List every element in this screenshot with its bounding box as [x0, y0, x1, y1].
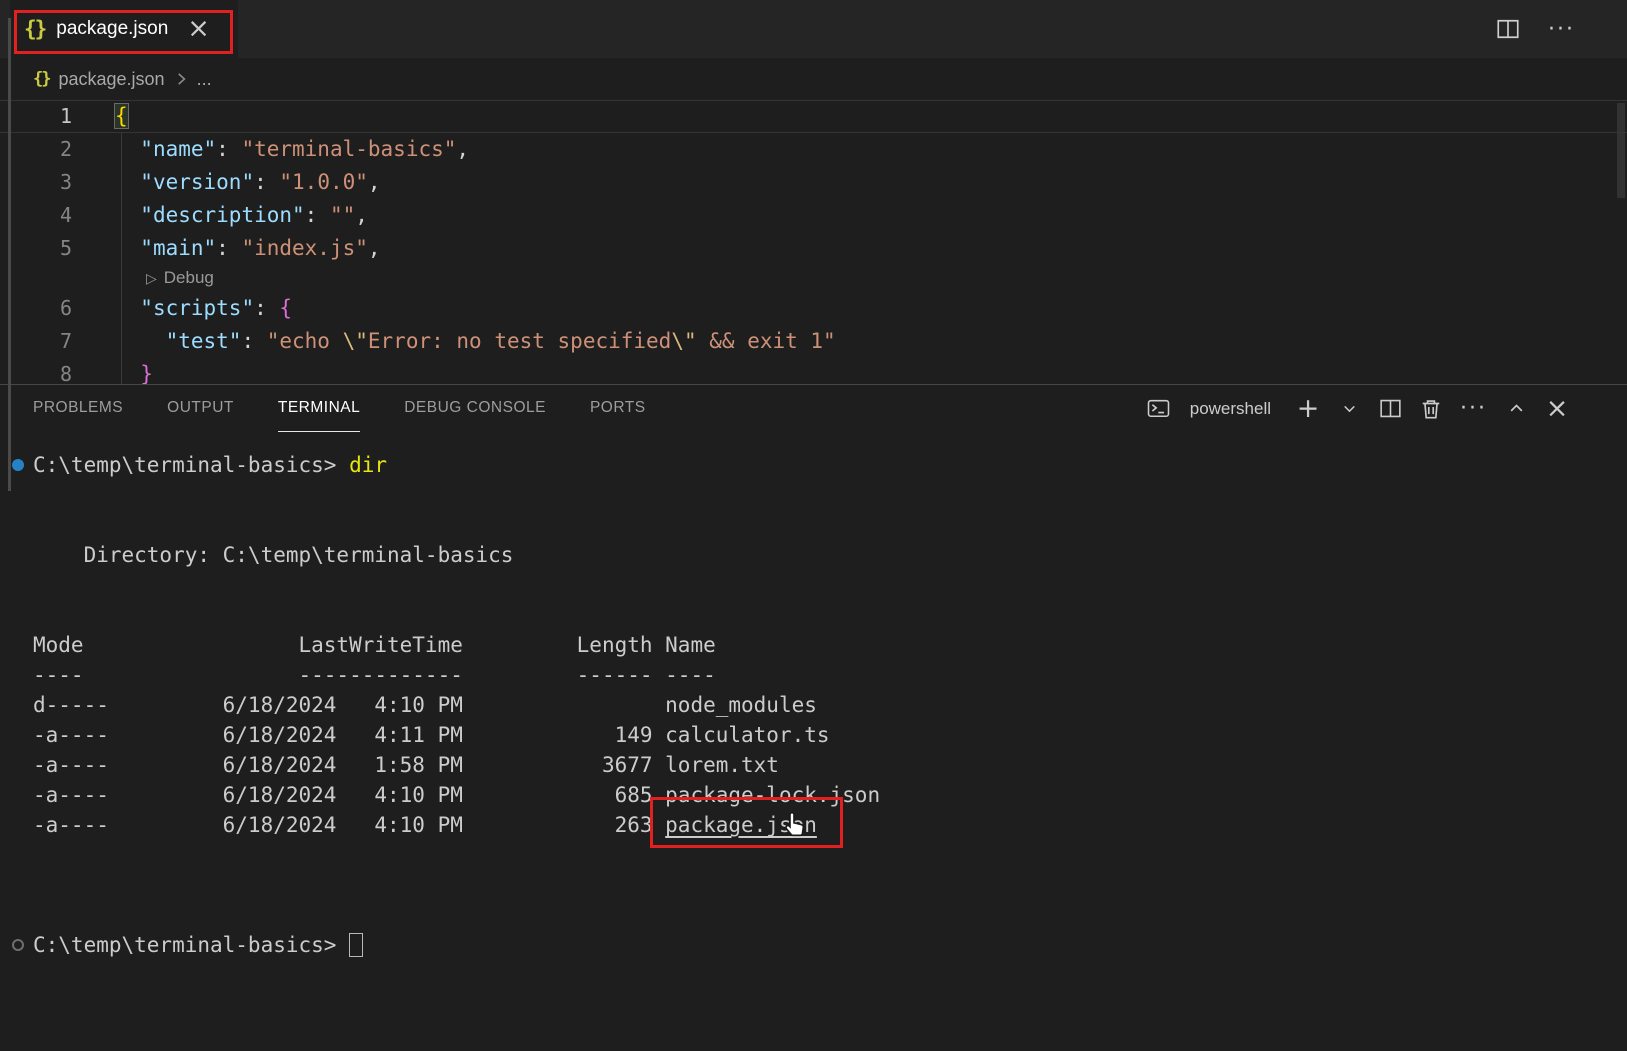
maximize-panel-chevron-up-icon[interactable] — [1504, 397, 1528, 421]
terminal-row: Directory: C:\temp\terminal-basics — [33, 540, 1627, 570]
editor-tab-bar: {} package.json × ··· — [0, 0, 1627, 58]
terminal-row: -a---- 6/18/2024 1:58 PM 3677 lorem.txt — [33, 750, 1627, 780]
panel-tab-problems[interactable]: PROBLEMS — [33, 385, 123, 432]
editor-line-2: 2 "name": "terminal-basics", — [0, 133, 1627, 166]
split-editor-button[interactable] — [1496, 17, 1520, 41]
panel-actions: powershell + ··· × — [1147, 385, 1569, 432]
terminal-row — [33, 900, 1627, 930]
terminal[interactable]: C:\temp\terminal-basics> dir Directory: … — [0, 432, 1627, 1051]
hand-pointer-cursor — [780, 808, 812, 845]
play-outline-icon: ▷ — [146, 271, 157, 287]
breadcrumb: {} package.json ... — [0, 58, 1627, 100]
command-decoration-dot[interactable] — [12, 459, 24, 471]
terminal-row: Mode LastWriteTime Length Name — [33, 630, 1627, 660]
terminal-left-bar — [8, 18, 11, 491]
panel-tab-output[interactable]: OUTPUT — [167, 385, 234, 432]
new-terminal-button[interactable]: + — [1296, 397, 1320, 421]
json-braces-icon: {} — [24, 17, 45, 41]
terminal-row: ---- ------------- ------ ---- — [33, 660, 1627, 690]
tab-title: package.json — [56, 18, 168, 40]
terminal-row — [33, 570, 1627, 600]
editor-line-8: 8 } — [0, 358, 1627, 384]
chevron-right-icon — [174, 71, 188, 87]
codelens-debug[interactable]: ▷Debug — [0, 265, 1627, 292]
editor-line-4: 4 "description": "", — [0, 199, 1627, 232]
terminal-profile-chevron-icon[interactable] — [1337, 397, 1361, 421]
powershell-terminal-icon — [1147, 397, 1171, 421]
panel-tab-ports[interactable]: PORTS — [590, 385, 646, 432]
close-panel-button[interactable]: × — [1545, 397, 1569, 421]
editor-line-6: 6 "scripts": { — [0, 292, 1627, 325]
prompt-decoration-circle[interactable] — [12, 939, 24, 951]
terminal-more-actions-button[interactable]: ··· — [1460, 396, 1487, 421]
terminal-row — [33, 840, 1627, 870]
terminal-row: C:\temp\terminal-basics> dir — [33, 450, 1627, 480]
editor-line-7: 7 "test": "echo \"Error: no test specifi… — [0, 325, 1627, 358]
vscode-window: {} package.json × ··· {} package.json ..… — [0, 0, 1627, 1051]
editor-line-3: 3 "version": "1.0.0", — [0, 166, 1627, 199]
editor-line-1: 1{ — [0, 100, 1627, 133]
json-braces-icon: {} — [33, 69, 49, 89]
breadcrumb-more[interactable]: ... — [197, 69, 212, 90]
terminal-rows: C:\temp\terminal-basics> dir Directory: … — [0, 432, 1627, 960]
indent-guide — [121, 133, 122, 384]
terminal-row: -a---- 6/18/2024 4:10 PM 685 package-loc… — [33, 780, 1627, 810]
editor-scrollbar[interactable] — [1617, 103, 1625, 198]
terminal-row — [33, 870, 1627, 900]
terminal-row: -a---- 6/18/2024 4:10 PM 263 package.jso… — [33, 810, 1627, 840]
editor-line-5: 5 "main": "index.js", — [0, 232, 1627, 265]
kill-terminal-trash-icon[interactable] — [1419, 397, 1443, 421]
breadcrumb-file[interactable]: package.json — [58, 69, 164, 90]
editor-more-actions-button[interactable]: ··· — [1548, 17, 1575, 42]
editor-actions: ··· — [1496, 0, 1575, 58]
split-terminal-button[interactable] — [1378, 397, 1402, 421]
terminal-cursor — [349, 933, 363, 957]
terminal-row: d----- 6/18/2024 4:10 PM node_modules — [33, 690, 1627, 720]
editor[interactable]: 1{2 "name": "terminal-basics",3 "version… — [0, 100, 1627, 384]
panel-tab-debug-console[interactable]: DEBUG CONSOLE — [404, 385, 546, 432]
tab-package-json[interactable]: {} package.json × — [10, 0, 238, 58]
terminal-row — [33, 600, 1627, 630]
terminal-row — [33, 480, 1627, 510]
terminal-row — [33, 510, 1627, 540]
panel-tab-terminal[interactable]: TERMINAL — [278, 385, 360, 432]
code-lines: 1{2 "name": "terminal-basics",3 "version… — [0, 100, 1627, 384]
tab-close-button[interactable]: × — [187, 19, 210, 39]
terminal-row: -a---- 6/18/2024 4:11 PM 149 calculator.… — [33, 720, 1627, 750]
panel-tabs: PROBLEMS OUTPUT TERMINAL DEBUG CONSOLE PORTS — [33, 385, 690, 432]
shell-label: powershell — [1190, 399, 1271, 419]
terminal-row: C:\temp\terminal-basics> — [33, 930, 1627, 960]
